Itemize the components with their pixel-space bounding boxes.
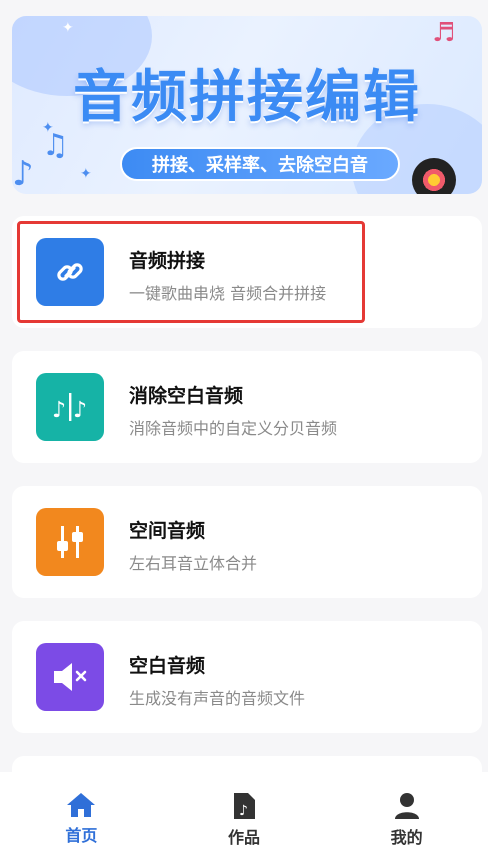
home-icon — [67, 793, 96, 817]
hero-banner[interactable]: ✦ ♬ ♫ ♪ ✦ ✦ 音频拼接编辑 拼接、采样率、去除空白音 — [12, 16, 482, 194]
bottom-tab-bar: 首页 ♪ 作品 我的 — [0, 772, 488, 856]
link-icon — [36, 238, 104, 306]
banner-title: 音频拼接编辑 — [73, 65, 421, 130]
music-file-icon: ♪ — [234, 793, 255, 819]
user-icon — [394, 793, 419, 819]
banner-subtitle: 拼接、采样率、去除空白音 — [120, 147, 400, 181]
tab-label: 作品 — [228, 828, 261, 847]
svg-text:♪: ♪ — [52, 398, 66, 423]
music-split-icon: ♪ ♪ — [36, 373, 104, 441]
sliders-icon — [36, 508, 104, 576]
feature-title: 空间音频 — [129, 520, 206, 542]
tab-mine[interactable]: 我的 — [325, 772, 488, 856]
feature-subtitle: 生成没有声音的音频文件 — [129, 689, 306, 708]
sparkle-icon: ✦ — [80, 166, 92, 182]
feature-subtitle: 消除音频中的自定义分贝音频 — [129, 419, 338, 438]
tab-label: 首页 — [65, 826, 98, 845]
feature-card-audio-join[interactable]: 音频拼接 一键歌曲串烧 音频合并拼接 — [12, 216, 482, 328]
feature-title: 音频拼接 — [129, 250, 206, 272]
music-note-icon: ♬ — [432, 18, 456, 48]
sparkle-icon: ✦ — [62, 20, 74, 36]
feature-subtitle: 左右耳音立体合并 — [129, 554, 258, 573]
tab-home[interactable]: 首页 — [0, 772, 163, 856]
feature-card-remove-silence[interactable]: ♪ ♪ 消除空白音频 消除音频中的自定义分贝音频 — [12, 351, 482, 463]
feature-title: 消除空白音频 — [129, 385, 244, 407]
svg-text:♪: ♪ — [239, 803, 248, 819]
music-note-icon: ♪ — [12, 154, 34, 194]
mute-speaker-icon — [36, 643, 104, 711]
svg-text:♪: ♪ — [73, 398, 87, 423]
feature-card-blank-audio[interactable]: 空白音频 生成没有声音的音频文件 — [12, 621, 482, 733]
feature-title: 空白音频 — [129, 655, 206, 677]
tab-label: 我的 — [390, 828, 423, 847]
feature-subtitle: 一键歌曲串烧 音频合并拼接 — [129, 284, 327, 303]
feature-card-spatial-audio[interactable]: 空间音频 左右耳音立体合并 — [12, 486, 482, 598]
vinyl-record-icon — [412, 158, 456, 194]
tab-works[interactable]: ♪ 作品 — [163, 772, 326, 856]
